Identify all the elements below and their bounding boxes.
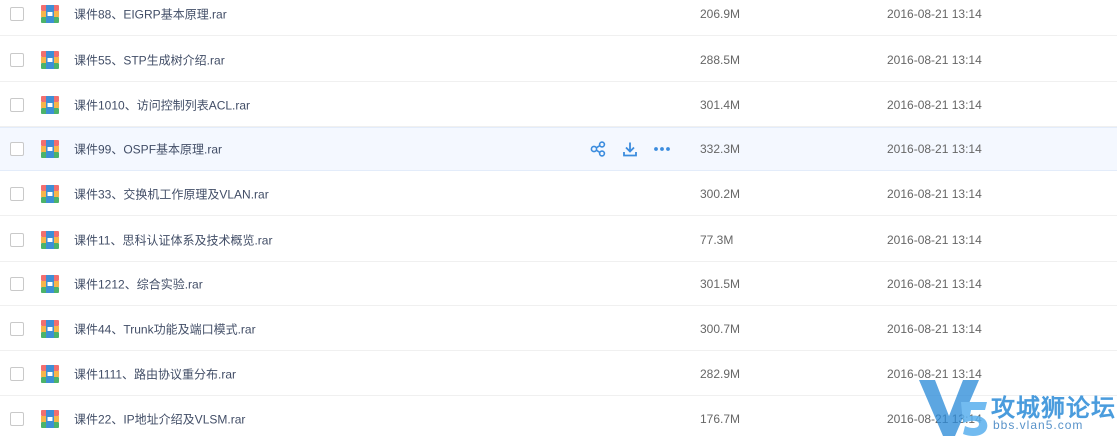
download-icon bbox=[623, 142, 637, 157]
download-button[interactable] bbox=[620, 139, 640, 159]
rar-archive-icon bbox=[41, 184, 59, 203]
file-row[interactable]: 课件33、交换机工作原理及VLAN.rar 300.2M 2016-08-21 … bbox=[0, 172, 1117, 216]
file-row[interactable]: 课件44、Trunk功能及端口模式.rar 300.7M 2016-08-21 … bbox=[0, 307, 1117, 351]
file-size: 300.2M bbox=[700, 186, 741, 201]
rar-archive-icon bbox=[41, 274, 59, 293]
file-name[interactable]: 课件55、STP生成树介绍.rar bbox=[74, 51, 225, 68]
row-checkbox[interactable] bbox=[10, 321, 24, 336]
more-button[interactable] bbox=[652, 139, 672, 159]
rar-archive-icon bbox=[41, 50, 59, 69]
row-checkbox[interactable] bbox=[10, 366, 24, 381]
rar-archive-icon bbox=[41, 409, 59, 428]
file-name[interactable]: 课件1010、访问控制列表ACL.rar bbox=[74, 96, 250, 113]
file-name[interactable]: 课件22、IP地址介绍及VLSM.rar bbox=[74, 410, 245, 427]
file-row[interactable]: 课件22、IP地址介绍及VLSM.rar 176.7M 2016-08-21 1… bbox=[0, 397, 1117, 439]
file-name[interactable]: 课件33、交换机工作原理及VLAN.rar bbox=[74, 185, 269, 202]
file-modified-date: 2016-08-21 13:14 bbox=[887, 276, 982, 291]
file-size: 282.9M bbox=[700, 366, 741, 381]
file-name[interactable]: 课件88、EIGRP基本原理.rar bbox=[74, 5, 227, 22]
share-icon bbox=[590, 141, 606, 157]
file-size: 77.3M bbox=[700, 232, 734, 247]
file-name[interactable]: 课件1212、综合实验.rar bbox=[74, 275, 203, 292]
file-row[interactable]: 课件55、STP生成树介绍.rar 288.5M 2016-08-21 13:1… bbox=[0, 38, 1117, 82]
file-modified-date: 2016-08-21 13:14 bbox=[887, 232, 982, 247]
file-name[interactable]: 课件11、思科认证体系及技术概览.rar bbox=[74, 231, 272, 248]
row-checkbox[interactable] bbox=[10, 276, 24, 291]
file-row[interactable]: 课件1010、访问控制列表ACL.rar 301.4M 2016-08-21 1… bbox=[0, 83, 1117, 127]
file-size: 176.7M bbox=[700, 411, 741, 426]
more-icon bbox=[654, 147, 670, 151]
row-checkbox[interactable] bbox=[10, 411, 24, 426]
rar-archive-icon bbox=[41, 4, 59, 23]
row-actions bbox=[588, 139, 684, 159]
row-checkbox[interactable] bbox=[10, 52, 24, 67]
rar-archive-icon bbox=[41, 230, 59, 249]
file-size: 300.7M bbox=[700, 321, 741, 336]
file-modified-date: 2016-08-21 13:14 bbox=[887, 411, 982, 426]
file-row[interactable]: 课件88、EIGRP基本原理.rar 206.9M 2016-08-21 13:… bbox=[0, 0, 1117, 36]
file-row[interactable]: 课件1212、综合实验.rar 301.5M 2016-08-21 13:14 bbox=[0, 262, 1117, 306]
file-modified-date: 2016-08-21 13:14 bbox=[887, 142, 982, 156]
file-modified-date: 2016-08-21 13:14 bbox=[887, 52, 982, 67]
file-size: 206.9M bbox=[700, 6, 741, 21]
row-checkbox[interactable] bbox=[10, 97, 24, 112]
share-button[interactable] bbox=[588, 139, 608, 159]
file-name[interactable]: 课件1111、路由协议重分布.rar bbox=[74, 365, 236, 382]
row-checkbox[interactable] bbox=[10, 6, 24, 21]
row-checkbox[interactable] bbox=[10, 232, 24, 247]
file-size: 288.5M bbox=[700, 52, 741, 67]
file-row[interactable]: 课件1111、路由协议重分布.rar 282.9M 2016-08-21 13:… bbox=[0, 352, 1117, 396]
file-modified-date: 2016-08-21 13:14 bbox=[887, 6, 982, 21]
file-name[interactable]: 课件44、Trunk功能及端口模式.rar bbox=[74, 320, 256, 337]
file-size: 301.4M bbox=[700, 97, 741, 112]
file-row[interactable]: 课件11、思科认证体系及技术概览.rar 77.3M 2016-08-21 13… bbox=[0, 218, 1117, 262]
row-checkbox[interactable] bbox=[10, 186, 24, 201]
file-size: 332.3M bbox=[700, 142, 741, 156]
file-row-hovered[interactable]: 课件99、OSPF基本原理.rar 332.3M 2016-08-21 13:1… bbox=[0, 127, 1117, 171]
file-list: 课件88、EIGRP基本原理.rar 206.9M 2016-08-21 13:… bbox=[0, 0, 1117, 439]
file-modified-date: 2016-08-21 13:14 bbox=[887, 97, 982, 112]
rar-archive-icon bbox=[41, 140, 59, 158]
row-checkbox[interactable] bbox=[10, 142, 24, 156]
rar-archive-icon bbox=[41, 95, 59, 114]
rar-archive-icon bbox=[41, 364, 59, 383]
file-size: 301.5M bbox=[700, 276, 741, 291]
file-modified-date: 2016-08-21 13:14 bbox=[887, 366, 982, 381]
file-name[interactable]: 课件99、OSPF基本原理.rar bbox=[74, 141, 222, 158]
file-modified-date: 2016-08-21 13:14 bbox=[887, 186, 982, 201]
file-modified-date: 2016-08-21 13:14 bbox=[887, 321, 982, 336]
rar-archive-icon bbox=[41, 319, 59, 338]
